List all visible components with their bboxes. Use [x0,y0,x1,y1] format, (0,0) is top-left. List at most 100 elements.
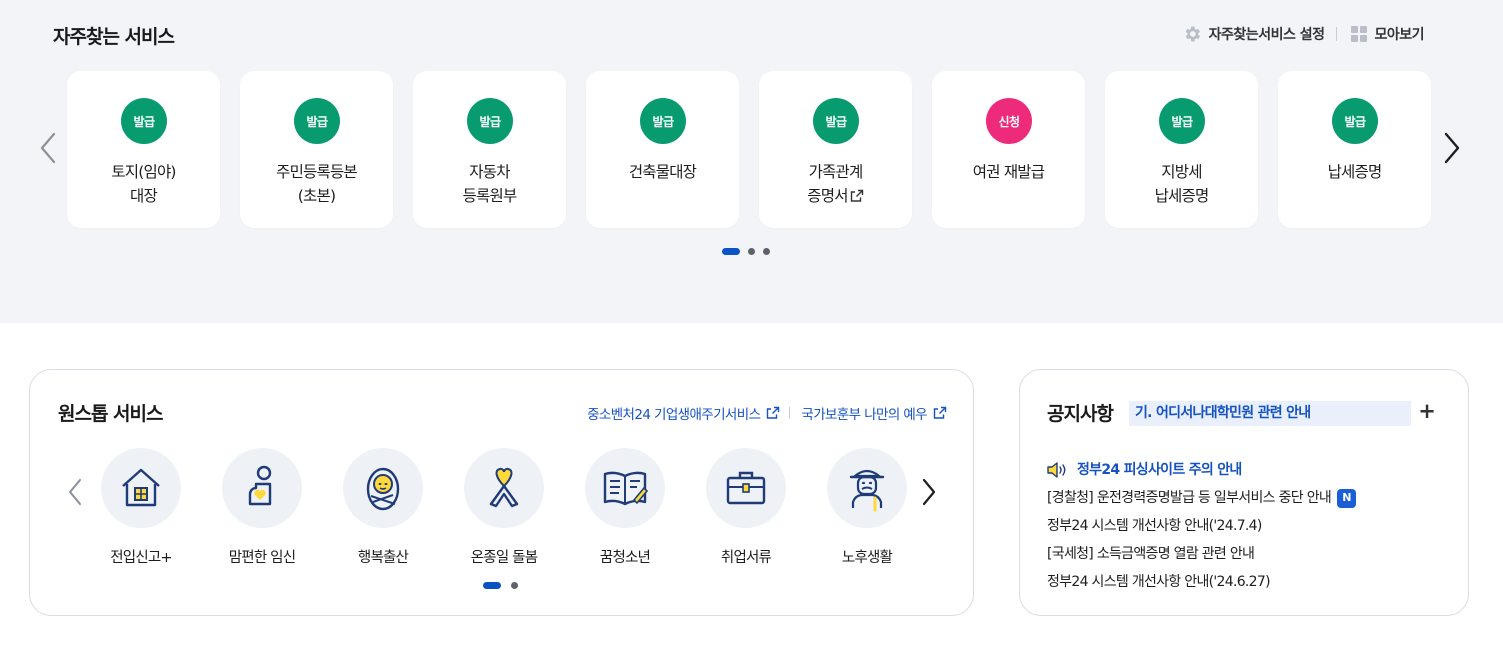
notice-item[interactable]: [경찰청] 운전경력증명발급 등 일부서비스 중단 안내 N [1047,484,1357,512]
service-type-badge: 발급 [294,98,340,144]
service-card[interactable]: 발급납세증명 [1278,71,1431,228]
pagination-dot[interactable] [483,582,501,589]
notice-item-text: [국세청] 소득금액증명 열람 관련 안내 [1047,546,1255,562]
frequent-settings-label: 자주찾는서비스 설정 [1208,27,1325,43]
onestop-services-panel: 원스톱 서비스 중소벤처24 기업생애주기서비스 국가보훈부 나만의 예우 전입… [29,369,974,616]
service-card-label-line: 납세증명 [1327,163,1383,181]
onestop-item-label: 맘편한 임신 [228,550,296,566]
external-link-icon [933,406,947,419]
notice-item[interactable]: 정부24 시스템 개선사항 안내('24.7.4) [1047,512,1356,540]
notice-item-text: 정부24 시스템 개선사항 안내('24.7.4) [1047,518,1262,534]
onestop-item-label: 온종일 돌봄 [470,550,538,566]
onestop-item-senior[interactable]: 노후생활 [827,448,907,567]
notice-item[interactable]: 정부24 피싱사이트 주의 안내 [1047,456,1356,484]
notice-item-text: [경찰청] 운전경력증명발급 등 일부서비스 중단 안내 [1047,490,1332,506]
onestop-pagination [483,582,518,589]
elder-icon [849,469,885,512]
service-card-label-line: 납세증명 [1154,187,1210,205]
notice-list: 정부24 피싱사이트 주의 안내 [경찰청] 운전경력증명발급 등 일부서비스 … [1047,456,1357,596]
service-card-label: 가족관계증명서 [759,160,912,208]
veterans-link[interactable]: 국가보훈부 나만의 예우 [801,403,947,423]
service-type-badge: 발급 [467,98,513,144]
service-card-label-line: 여권 재발급 [972,163,1045,181]
service-card-label-line: 대장 [130,187,158,205]
onestop-item-birth[interactable]: 행복출산 [343,448,423,567]
service-card-label-line: 건축물대장 [628,163,697,181]
chevron-right-icon [922,478,936,506]
onestop-item-label: 행복출산 [357,550,409,566]
service-card-label-line: 가족관계 [808,163,864,181]
onestop-service-list: 전입신고+ 맘편한 임신 행복출산 온종일 돌봄 꿈청소년 취업서류 노후생활 [101,448,907,567]
frequent-services-links: 자주찾는서비스 설정 모아보기 [1182,24,1424,44]
service-type-badge: 발급 [1159,98,1205,144]
frequent-settings-link[interactable]: 자주찾는서비스 설정 [1182,24,1325,44]
service-card[interactable]: 발급 가족관계 증명서 [759,71,912,228]
service-card-label-line: 증명서 [759,184,912,208]
new-badge: N [1337,488,1357,508]
onestop-title: 원스톱 서비스 [58,403,163,425]
speaker-icon [1047,462,1066,478]
external-link-icon [767,406,780,419]
notice-ticker[interactable]: 기. 어디서나대학민원 관련 안내 [1129,401,1411,426]
notice-item[interactable]: 정부24 시스템 개선사항 안내('24.6.27) [1047,568,1356,596]
briefcase-icon [726,471,766,505]
book-icon [603,471,649,506]
smes-lifecycle-link[interactable]: 중소벤처24 기업생애주기서비스 [587,403,780,423]
onestop-item-label: 취업서류 [720,550,772,566]
onestop-item-move-in[interactable]: 전입신고+ [101,448,181,567]
service-type-badge: 발급 [1332,98,1378,144]
frequent-service-cards: 발급 토지(임야) 대장 발급 주민등록등본 (초본) 발급 자동차 등록원부 발급 건축물대장 발급… [67,71,1431,228]
onestop-item-pregnancy[interactable]: 맘편한 임신 [222,448,302,567]
prev-arrow-button[interactable] [36,128,60,168]
external-link-icon [850,189,863,202]
service-type-badge: 발급 [640,98,686,144]
pagination-dot[interactable] [763,248,770,255]
service-card[interactable]: 발급주민등록등본 (초본) [240,71,393,228]
service-card-label-line: (초본) [297,187,336,205]
onestop-links: 중소벤처24 기업생애주기서비스 국가보훈부 나만의 예우 [587,403,947,423]
onestop-prev-button[interactable] [65,475,85,509]
onestop-next-button[interactable] [919,475,939,509]
service-card[interactable]: 신청 여권 재발급 [932,71,1085,228]
service-card-label-line: 주민등록등본 [276,163,358,181]
view-all-label: 모아보기 [1374,27,1424,43]
notice-item[interactable]: [국세청] 소득금액증명 열람 관련 안내 [1047,540,1356,568]
service-card-label-line: 토지(임야) [111,163,176,181]
pagination-dot[interactable] [748,248,755,255]
service-card[interactable]: 발급건축물대장 [586,71,739,228]
service-card[interactable]: 발급 토지(임야) 대장 [67,71,220,228]
service-card[interactable]: 발급지방세 납세증명 [1105,71,1258,228]
chevron-right-icon [1444,132,1460,164]
service-card-label: 납세증명 [1278,160,1431,184]
next-arrow-button[interactable] [1440,128,1464,168]
notice-more-button[interactable]: + [1418,400,1436,422]
service-card-label: 주민등록등본 (초본) [240,160,393,208]
onestop-item-youth[interactable]: 꿈청소년 [585,448,665,567]
pregnancy-icon [248,465,272,506]
baby-icon [366,467,400,511]
pagination-dot[interactable] [722,248,740,255]
care-ribbon-icon [489,467,519,508]
onestop-item-label: 전입신고+ [110,550,172,566]
service-card[interactable]: 발급 자동차 등록원부 [413,71,566,228]
onestop-item-label: 꿈청소년 [599,550,651,566]
pagination-dot[interactable] [511,582,518,589]
chevron-left-icon [69,479,81,505]
onestop-item-care[interactable]: 온종일 돌봄 [464,448,544,567]
frequent-services-title: 자주찾는 서비스 [53,26,175,48]
veterans-label: 국가보훈부 나만의 예우 [801,407,927,423]
onestop-item-job-docs[interactable]: 취업서류 [706,448,786,567]
notice-title: 공지사항 [1047,403,1114,425]
link-divider [789,407,791,419]
view-all-link[interactable]: 모아보기 [1351,24,1424,44]
notice-panel: 공지사항 기. 어디서나대학민원 관련 안내 + 정부24 피싱사이트 주의 안… [1019,369,1469,616]
onestop-item-label: 노후생활 [841,550,893,566]
notice-item-text: 정부24 시스템 개선사항 안내('24.6.27) [1047,574,1271,590]
service-card-label: 여권 재발급 [932,160,1085,184]
notice-item-text: 정부24 피싱사이트 주의 안내 [1077,462,1242,478]
chevron-left-icon [40,132,56,164]
service-card-label: 지방세 납세증명 [1105,160,1258,208]
link-divider [1336,27,1338,41]
gear-icon [1185,26,1200,42]
service-card-label-line: 자동차 [469,163,510,181]
